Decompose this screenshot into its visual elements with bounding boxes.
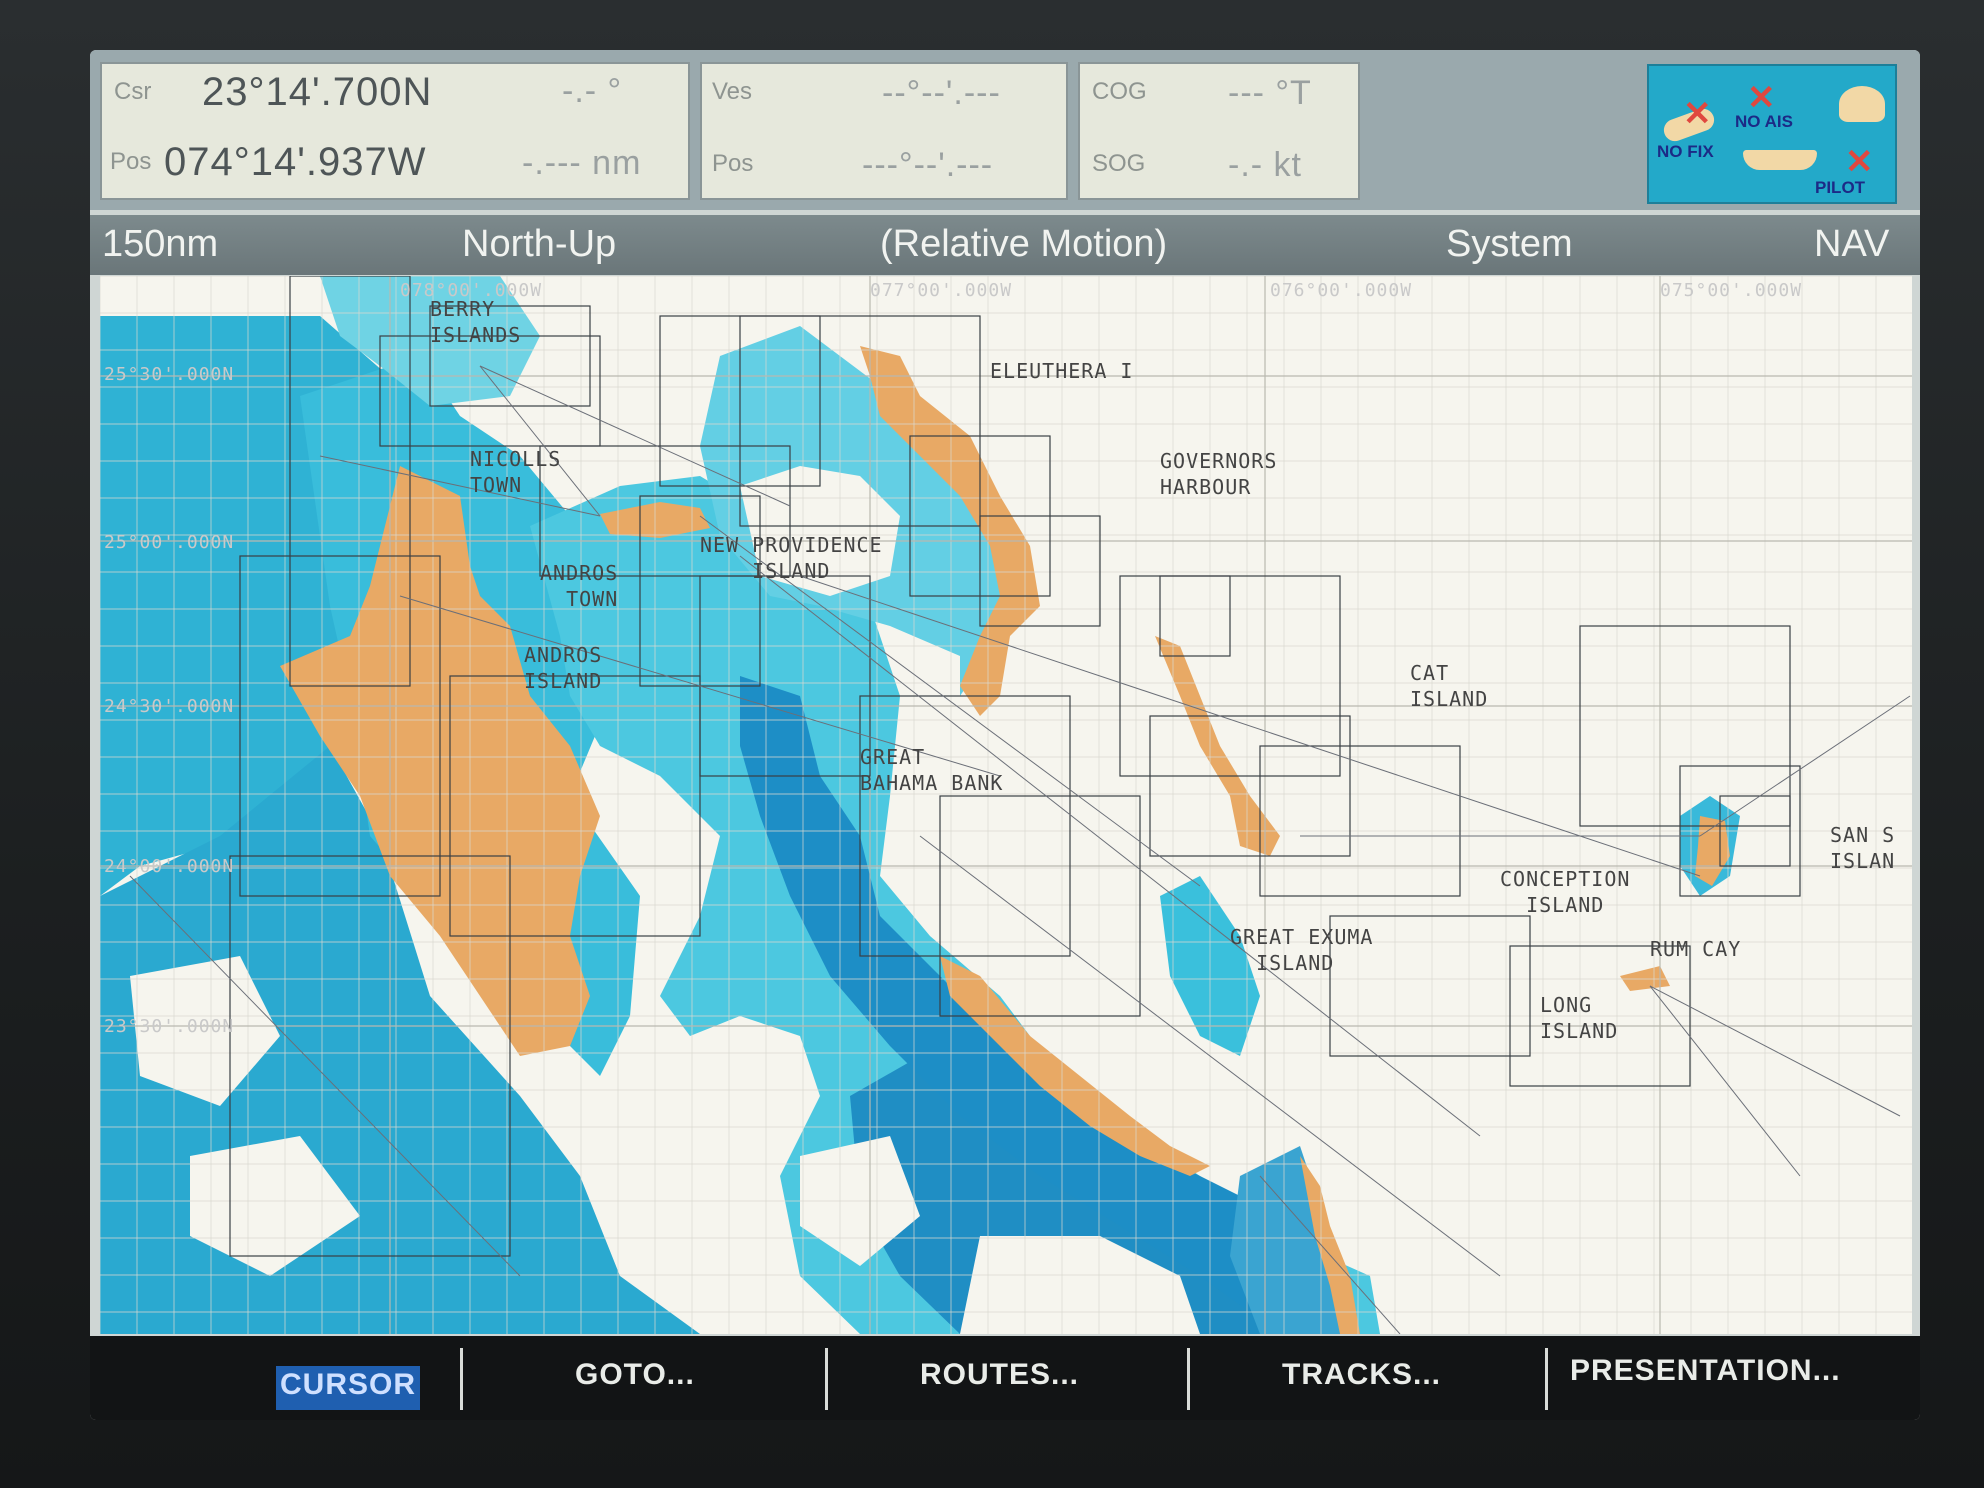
chart-coverage-frame [739, 315, 981, 527]
sog-label: SOG [1092, 150, 1146, 177]
chart-coverage-frame [1259, 745, 1461, 897]
cursor-latitude: 23°14'.700N [202, 70, 433, 114]
chart-coverage-frame [379, 335, 601, 447]
chartplotter-screen: Csr 23°14'.700N -.- ° Pos 074°14'.937W -… [90, 50, 1920, 1420]
sog-value: -.- kt [1228, 146, 1302, 184]
no-ais-label: NO AIS [1735, 112, 1793, 131]
chart-coverage-frame [449, 675, 701, 937]
tracks-softkey[interactable]: TRACKS... [1282, 1358, 1441, 1398]
radar-icon [1839, 86, 1885, 122]
lat-label-2500: 25°00'.000N [104, 532, 235, 553]
range-label[interactable]: 150nm [102, 223, 218, 266]
no-fix-x-icon: ✕ [1683, 95, 1712, 133]
chart-coverage-frame [699, 575, 871, 777]
cursor-label: Csr [114, 78, 152, 105]
goto-softkey[interactable]: GOTO... [575, 1358, 695, 1398]
chart-title-bar: 150nm North-Up (Relative Motion) System … [90, 215, 1920, 275]
cog-sog-panel: COG --- °T SOG -.- kt [1078, 62, 1360, 200]
conception-island-label: CONCEPTION ISLAND [1500, 867, 1631, 917]
eleuthera-label: ELEUTHERA I [990, 359, 1134, 383]
softkey-divider [825, 1348, 828, 1410]
san-salvador-label: SAN S ISLAN [1830, 823, 1896, 873]
presentation-softkey[interactable]: PRESENTATION... [1570, 1354, 1841, 1394]
no-fix-label: NO FIX [1657, 142, 1714, 161]
lat-label-2530: 25°30'.000N [104, 364, 235, 385]
routes-softkey[interactable]: ROUTES... [920, 1358, 1079, 1398]
pilot-x-icon: ✕ [1845, 143, 1874, 181]
cursor-range: -.--- nm [522, 144, 642, 182]
chart-leader-line [1649, 985, 1801, 1177]
great-exuma-label: GREAT EXUMA ISLAND [1230, 925, 1374, 975]
vessel-longitude: ---°--'.--- [862, 146, 994, 184]
status-panel: ✕ NO FIX ✕ NO AIS ✕ PILOT [1647, 64, 1897, 204]
motion-mode-label[interactable]: (Relative Motion) [880, 223, 1167, 266]
softkey-divider [460, 1348, 463, 1410]
nicolls-town-label: NICOLLS TOWN [470, 447, 562, 497]
chart-coverage-frame [859, 695, 1071, 957]
lat-label-2400: 24°00'.000N [104, 856, 235, 877]
lon-label-077: 077°00'.000W [870, 280, 1013, 301]
softkey-bar: CURSOR GOTO... ROUTES... TRACKS... PRESE… [90, 1336, 1920, 1420]
vessel-pos-label: Pos [712, 150, 754, 177]
chart-coverage-frame [979, 515, 1101, 627]
chart-coverage-frame [1149, 715, 1351, 857]
page-label: NAV [1814, 223, 1890, 265]
cursor-panel: Csr 23°14'.700N -.- ° Pos 074°14'.937W -… [100, 62, 690, 200]
chart-coverage-frame [1159, 575, 1231, 657]
lat-label-2330: 23°30'.000N [104, 1016, 235, 1037]
softkey-divider [1187, 1348, 1190, 1410]
system-label: System [1446, 223, 1573, 265]
cog-value: --- °T [1228, 74, 1312, 112]
governors-harbour-label: GOVERNORS HARBOUR [1160, 449, 1278, 499]
data-bar: Csr 23°14'.700N -.- ° Pos 074°14'.937W -… [90, 50, 1920, 210]
chart-leader-line [1649, 985, 1901, 1117]
chart-coverage-frame [289, 276, 411, 687]
great-bahama-bank-label: GREAT BAHAMA BANK [860, 745, 1004, 795]
cursor-softkey[interactable]: CURSOR [276, 1366, 421, 1410]
rum-cay-label: RUM CAY [1650, 937, 1742, 961]
vessel-panel: Ves --°--'.--- Pos ---°--'.--- [700, 62, 1068, 200]
chart-coverage-frame [939, 795, 1141, 1017]
lon-label-076: 076°00'.000W [1270, 280, 1413, 301]
berry-islands-label: BERRY ISLANDS [430, 297, 522, 347]
orientation-label[interactable]: North-Up [462, 223, 616, 266]
lon-label-075: 075°00'.000W [1660, 280, 1803, 301]
cursor-longitude: 074°14'.937W [164, 140, 427, 184]
softkey-divider [1545, 1348, 1548, 1410]
nautical-chart[interactable]: 078°00'.000W 077°00'.000W 076°00'.000W 0… [100, 276, 1912, 1334]
chart-leader-line [739, 555, 1481, 1137]
andros-town-label: ANDROS TOWN [540, 561, 619, 611]
chart-coverage-frame [229, 855, 511, 1257]
long-island-label: LONG ISLAND [1540, 993, 1619, 1043]
cursor-bearing: -.- ° [562, 72, 623, 110]
lat-label-2430: 24°30'.000N [104, 696, 235, 717]
new-providence-label: NEW PROVIDENCE ISLAND [700, 533, 883, 583]
chart-leader-line [1259, 1175, 1401, 1334]
cat-island-label: CAT ISLAND [1410, 661, 1489, 711]
boat-icon [1743, 150, 1817, 170]
vessel-label: Ves [712, 78, 753, 105]
cursor-pos-label: Pos [110, 148, 152, 175]
vessel-latitude: --°--'.--- [882, 74, 1001, 112]
chart-grid-overlay [100, 276, 1912, 1334]
pilot-label: PILOT [1815, 178, 1866, 197]
andros-island-label: ANDROS ISLAND [524, 643, 603, 693]
cog-label: COG [1092, 78, 1147, 105]
